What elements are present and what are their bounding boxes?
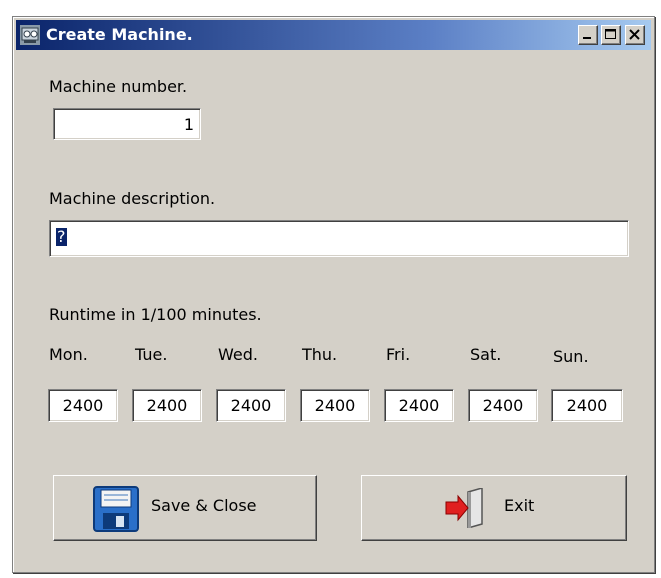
runtime-value-fri: 2400 <box>398 396 440 415</box>
runtime-value-thu: 2400 <box>314 396 356 415</box>
runtime-input-mon[interactable]: 2400 <box>48 389 118 422</box>
machine-description-label: Machine description. <box>49 189 216 208</box>
maximize-button[interactable] <box>601 25 621 45</box>
runtime-value-tue: 2400 <box>146 396 188 415</box>
exit-label: Exit <box>504 496 535 515</box>
runtime-input-thu[interactable]: 2400 <box>300 389 370 422</box>
day-label-fri: Fri. <box>386 345 411 364</box>
runtime-input-sat[interactable]: 2400 <box>468 389 538 422</box>
machine-number-label: Machine number. <box>49 77 188 96</box>
runtime-value-wed: 2400 <box>230 396 272 415</box>
minimize-icon <box>583 37 591 39</box>
machine-number-value: 1 <box>183 115 194 134</box>
runtime-value-sat: 2400 <box>482 396 524 415</box>
title-bar[interactable]: Create Machine. <box>16 20 651 50</box>
day-label-thu: Thu. <box>302 345 338 364</box>
close-button[interactable] <box>625 25 645 45</box>
save-close-label: Save & Close <box>151 496 257 515</box>
create-machine-window: Create Machine. Machine number. 1 Machin… <box>12 16 655 573</box>
day-label-sun: Sun. <box>553 347 589 366</box>
save-close-button[interactable]: Save & Close <box>53 475 317 541</box>
exit-button[interactable]: Exit <box>361 475 627 541</box>
day-label-sat: Sat. <box>470 345 502 364</box>
runtime-value-mon: 2400 <box>62 396 104 415</box>
runtime-input-tue[interactable]: 2400 <box>132 389 202 422</box>
machine-description-input[interactable]: ? <box>49 220 629 257</box>
runtime-input-sun[interactable]: 2400 <box>551 389 623 422</box>
runtime-input-fri[interactable]: 2400 <box>384 389 454 422</box>
close-icon <box>629 29 640 40</box>
day-label-wed: Wed. <box>218 345 258 364</box>
window-title: Create Machine. <box>46 25 193 44</box>
maximize-icon <box>605 29 616 39</box>
minimize-button[interactable] <box>578 25 598 45</box>
floppy-disk-icon <box>93 486 139 532</box>
day-label-tue: Tue. <box>135 345 168 364</box>
runtime-value-sun: 2400 <box>566 396 608 415</box>
exit-door-icon <box>445 488 483 528</box>
runtime-input-wed[interactable]: 2400 <box>216 389 286 422</box>
machine-description-value: ? <box>56 227 67 246</box>
day-label-mon: Mon. <box>49 345 88 364</box>
machine-number-input[interactable]: 1 <box>53 108 201 140</box>
app-icon <box>20 25 40 45</box>
runtime-label: Runtime in 1/100 minutes. <box>49 305 262 324</box>
